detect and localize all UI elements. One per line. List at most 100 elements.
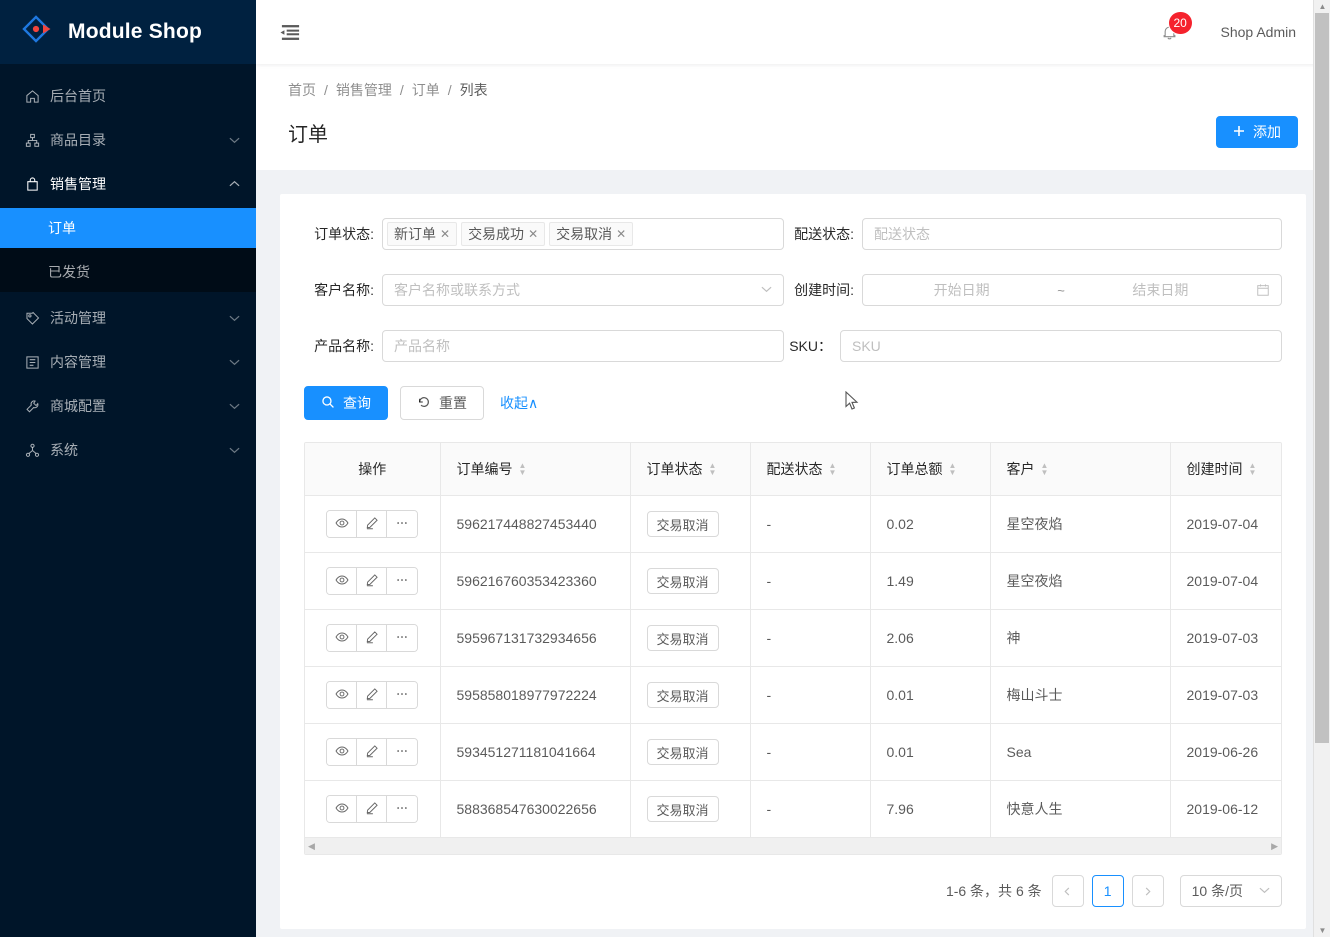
table-horizontal-scrollbar[interactable]: ◀ ▶ [305, 837, 1281, 854]
sidebar-item-catalog[interactable]: 商品目录 [0, 120, 256, 160]
edit-row-button[interactable] [357, 625, 388, 651]
edit-row-button[interactable] [357, 511, 388, 537]
tag-label: 交易取消 [556, 226, 613, 242]
collapse-filters-link[interactable]: 收起∧ [500, 393, 538, 413]
close-icon[interactable]: ✕ [528, 227, 538, 241]
sort-icon[interactable]: ▲ ▼ [1041, 461, 1049, 476]
view-row-button[interactable] [327, 511, 358, 537]
delivery-status-input[interactable] [862, 218, 1282, 250]
pagination-page-1[interactable]: 1 [1091, 875, 1124, 907]
system-icon [24, 442, 40, 458]
user-menu[interactable]: Shop Admin [1221, 24, 1297, 40]
cell-created: 2019-07-03 [1170, 666, 1281, 724]
pagination-next[interactable] [1131, 875, 1164, 907]
more-actions-button[interactable] [387, 682, 418, 708]
add-button[interactable]: 添加 [1216, 116, 1298, 148]
sidebar-item-label: 商城配置 [50, 398, 106, 414]
sort-icon[interactable]: ▲ ▼ [1249, 461, 1257, 476]
pencil-icon [365, 744, 379, 761]
more-actions-button[interactable] [387, 568, 418, 594]
view-row-button[interactable] [327, 796, 358, 822]
product-name-input[interactable] [382, 330, 784, 362]
cell-created: 2019-07-04 [1170, 495, 1281, 553]
sidebar-item-dashboard[interactable]: 后台首页 [0, 76, 256, 116]
search-button[interactable]: 查询 [304, 386, 388, 420]
plus-icon [1233, 124, 1245, 140]
more-actions-button[interactable] [387, 796, 418, 822]
menu-fold-icon[interactable] [276, 18, 304, 46]
edit-row-button[interactable] [357, 796, 388, 822]
start-date-input[interactable]: 开始日期 [874, 280, 1049, 300]
sidebar-item-label: 活动管理 [50, 310, 106, 326]
more-actions-button[interactable] [387, 739, 418, 765]
page-scrollbar[interactable]: ▲ ▼ [1313, 0, 1330, 937]
view-row-button[interactable] [327, 682, 358, 708]
sidebar-item-system[interactable]: 系统 [0, 430, 256, 470]
scroll-left-arrow-icon[interactable]: ◀ [308, 841, 315, 852]
notifications-button[interactable]: 20 [1147, 0, 1193, 64]
column-header-total[interactable]: 订单总额 ▲ ▼ [870, 443, 991, 496]
cell-action [305, 609, 441, 667]
scroll-down-arrow-icon[interactable]: ▼ [1314, 924, 1330, 937]
scroll-right-arrow-icon[interactable]: ▶ [1271, 841, 1278, 852]
pagination-total: 1-6 条，共 6 条 [945, 883, 1042, 899]
cell-order-status: 交易取消 [630, 609, 751, 667]
breadcrumb-item-order[interactable]: 订单 [412, 80, 440, 100]
product-catalog-icon [24, 132, 40, 148]
chevron-down-icon [228, 400, 240, 412]
sort-icon[interactable]: ▲ ▼ [829, 461, 837, 476]
sort-icon[interactable]: ▲ ▼ [709, 461, 717, 476]
column-header-order-status[interactable]: 订单状态 ▲ ▼ [630, 443, 751, 496]
edit-row-button[interactable] [357, 739, 388, 765]
view-row-button[interactable] [327, 739, 358, 765]
order-status-select[interactable]: 新订单 ✕ 交易成功 ✕ 交易取消 ✕ [382, 218, 784, 250]
reset-button[interactable]: 重置 [400, 386, 484, 420]
close-icon[interactable]: ✕ [616, 227, 626, 241]
cell-delivery-status: - [750, 666, 871, 724]
created-time-range-picker[interactable]: 开始日期 ~ 结束日期 [862, 274, 1282, 306]
view-row-button[interactable] [327, 625, 358, 651]
order-status-tag[interactable]: 新订单 ✕ [387, 222, 458, 246]
sort-icon[interactable]: ▲ ▼ [519, 461, 527, 476]
edit-row-button[interactable] [357, 568, 388, 594]
cell-action [305, 552, 441, 610]
edit-row-button[interactable] [357, 682, 388, 708]
cell-order-no: 595967131732934656 [440, 609, 631, 667]
view-row-button[interactable] [327, 568, 358, 594]
eye-icon [335, 630, 349, 647]
sidebar-item-content[interactable]: 内容管理 [0, 342, 256, 382]
sidebar-item-shop-config[interactable]: 商城配置 [0, 386, 256, 426]
scroll-up-arrow-icon[interactable]: ▲ [1314, 0, 1330, 13]
end-date-input[interactable]: 结束日期 [1073, 280, 1248, 300]
ellipsis-icon [395, 687, 409, 704]
breadcrumb-item-sales[interactable]: 销售管理 [336, 80, 392, 100]
customer-name-select[interactable]: 客户名称或联系方式 [382, 274, 784, 306]
breadcrumb-item-home[interactable]: 首页 [288, 80, 316, 100]
sidebar-item-campaign[interactable]: 活动管理 [0, 298, 256, 338]
sidebar-subitem-shipped[interactable]: 已发货 [0, 252, 256, 292]
column-header-customer[interactable]: 客户 ▲ ▼ [990, 443, 1171, 496]
page-size-select[interactable]: 10 条/页 [1179, 875, 1282, 907]
close-icon[interactable]: ✕ [440, 227, 450, 241]
column-header-delivery-status[interactable]: 配送状态 ▲ ▼ [750, 443, 871, 496]
sort-icon[interactable]: ▲ ▼ [949, 461, 957, 476]
pagination-prev[interactable] [1051, 875, 1084, 907]
logo-bar[interactable]: Module Shop [0, 0, 256, 64]
cell-action [305, 495, 441, 553]
add-button-label: 添加 [1253, 124, 1281, 140]
sidebar-subitem-orders[interactable]: 订单 [0, 208, 256, 248]
sidebar-item-sales[interactable]: 销售管理 [0, 164, 256, 204]
ellipsis-icon [395, 744, 409, 761]
order-status-tag[interactable]: 交易成功 ✕ [461, 222, 546, 246]
more-actions-button[interactable] [387, 625, 418, 651]
column-header-created[interactable]: 创建时间 ▲ ▼ [1170, 443, 1281, 496]
sku-label: SKU： [789, 338, 832, 354]
table-row: 596216760353423360 交易取消 -1.49 星空夜焰 2019-07-0… [305, 552, 1281, 610]
column-header-order-no[interactable]: 订单编号 ▲ ▼ [440, 443, 631, 496]
more-actions-button[interactable] [387, 511, 418, 537]
order-status-tag[interactable]: 交易取消 ✕ [549, 222, 634, 246]
sku-input[interactable] [840, 330, 1282, 362]
body-wrap: 订单状态: 新订单 ✕ 交易成功 ✕ 交易取消 ✕ 配送状态: 配送状态 客户名… [256, 170, 1330, 929]
cell-created: 2019-07-04 [1170, 552, 1281, 610]
page-scrollbar-thumb[interactable] [1315, 13, 1329, 743]
